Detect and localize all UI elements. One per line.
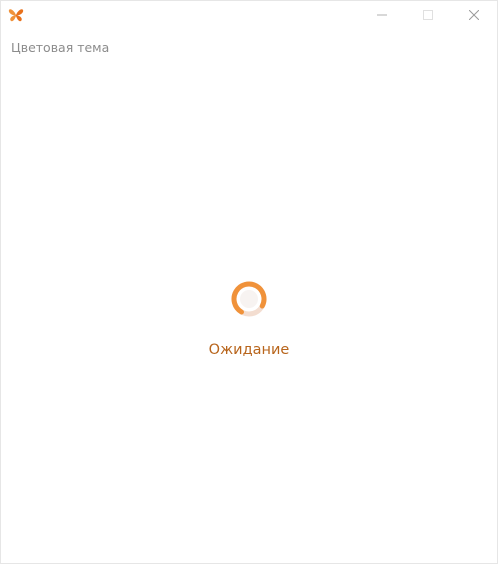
butterfly-icon xyxy=(8,7,24,22)
title-bar[interactable] xyxy=(1,1,497,29)
close-button[interactable] xyxy=(451,1,497,29)
maximize-icon xyxy=(423,10,433,20)
app-window: Цветовая тема Ожидание xyxy=(0,0,498,564)
close-icon xyxy=(469,10,479,20)
window-controls xyxy=(359,1,497,29)
maximize-button[interactable] xyxy=(405,1,451,29)
status-text: Ожидание xyxy=(208,342,290,358)
loading-spinner-icon xyxy=(230,280,268,318)
minimize-icon xyxy=(377,14,387,16)
color-theme-label[interactable]: Цветовая тема xyxy=(11,40,109,55)
minimize-button[interactable] xyxy=(359,1,405,29)
